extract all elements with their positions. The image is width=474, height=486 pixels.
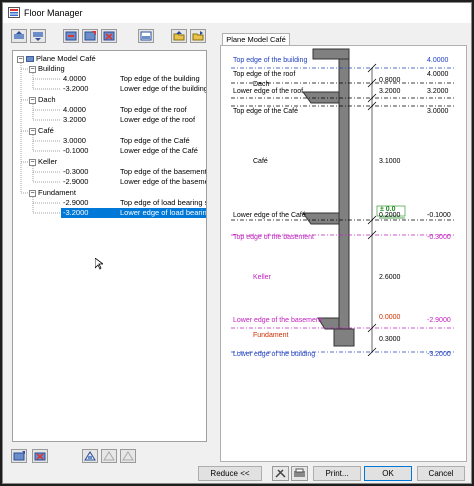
level-label: Lower edge of the building <box>233 351 316 358</box>
level-description: Top edge of the roof <box>120 105 187 114</box>
add-floor-button[interactable] <box>63 29 79 43</box>
floor-name: Keller <box>253 274 271 281</box>
floor-tree[interactable]: − Plane Model Café − Building 4.0000 Top ed… <box>12 50 207 442</box>
foundation-block <box>333 328 355 347</box>
tree-row[interactable]: -0.3000 Top edge of the basement <box>61 167 207 177</box>
thickness-value: 0.8000 <box>379 77 401 84</box>
delete-level-icon <box>103 31 115 41</box>
floor-name: Café <box>253 158 268 165</box>
tree-row[interactable]: 4.0000 Top edge of the building <box>61 74 206 84</box>
level-value: -0.3000 <box>427 234 451 241</box>
floor-up-button[interactable] <box>11 29 27 43</box>
delete-floor-button[interactable] <box>32 449 48 463</box>
level-label: Lower edge of the roof <box>233 88 304 95</box>
level-description: Top edge of load bearing slab <box>120 198 206 207</box>
cancel-button[interactable]: Cancel <box>417 466 465 481</box>
level-value: 0.2000 <box>379 212 401 219</box>
level-a-button[interactable] <box>82 449 98 463</box>
import-icon <box>173 31 185 41</box>
tree-row[interactable]: 3.0000 Top edge of the Café <box>61 136 206 146</box>
level-c-button[interactable] <box>120 449 136 463</box>
level-label: Lower edge of the Café <box>233 212 306 219</box>
zero-mark-label: ± 0.0 <box>380 206 396 213</box>
floor-down-icon <box>33 32 43 41</box>
new-floor-button[interactable] <box>11 449 27 463</box>
level-label: Top edge of the roof <box>233 71 296 78</box>
level-diagram-panel: Top edge of the building 4.0000 Top edge… <box>220 45 467 462</box>
tree-row[interactable]: 3.2000 Lower edge of the roof <box>61 115 206 125</box>
floor-up-icon <box>14 31 24 39</box>
level-b-button[interactable] <box>101 449 117 463</box>
mouse-cursor-icon <box>95 258 103 270</box>
level-description: Top edge of the basement <box>120 167 207 176</box>
level-description: Lower edge of the Café <box>120 146 198 155</box>
level-description: Top edge of the building <box>120 74 200 83</box>
level-value: 4.0000 <box>427 57 449 64</box>
wall-column <box>338 58 350 342</box>
roof-slab <box>312 48 350 60</box>
tree-row[interactable]: -2.9000Top edge of load bearing slab <box>61 198 206 208</box>
print-preview-button[interactable] <box>291 466 308 481</box>
floor-manager-window: Floor Manager − Plane Model Café − Buildin… <box>2 2 472 484</box>
level-value: -2.9000 <box>427 317 451 324</box>
print-button[interactable]: Print... <box>313 466 361 481</box>
roof-lower-slab <box>302 91 340 104</box>
thickness-value: 2.6000 <box>379 274 401 281</box>
level-description: Lower edge of load bearing slab <box>120 208 207 217</box>
level-label: Top edge of the Café <box>233 108 298 115</box>
tree-row[interactable]: -3.2000 Lower edge of the building <box>61 84 207 94</box>
level-b-icon <box>103 451 115 461</box>
add-floor-icon <box>65 31 77 41</box>
level-description: Lower edge of the building <box>120 84 207 93</box>
tree-lines <box>20 63 61 214</box>
floor-down-button[interactable] <box>30 29 46 43</box>
floor-name: Dach <box>253 81 270 88</box>
floor-manager-app-icon <box>8 7 20 18</box>
delete-level-button[interactable] <box>101 29 117 43</box>
tree-row-selected[interactable]: -3.2000Lower edge of load bearing slab <box>61 208 207 218</box>
import-button[interactable] <box>171 29 187 43</box>
level-description: Top edge of the Café <box>120 136 190 145</box>
level-value: 3.0000 <box>427 108 449 115</box>
cafe-floor-slab <box>302 212 340 225</box>
floor-name: Fundament <box>253 332 289 339</box>
level-value: -3.2000 <box>427 351 451 358</box>
level-value: 3.2000 <box>427 88 449 95</box>
new-floor-icon <box>13 451 25 461</box>
level-label: Lower edge of the basement <box>233 317 322 324</box>
level-value: 4.0000 <box>427 71 449 78</box>
level-c-icon <box>122 451 134 461</box>
export-button[interactable] <box>190 29 206 43</box>
level-description: Lower edge of the basement <box>120 177 207 186</box>
window-title: Floor Manager <box>24 8 83 18</box>
level-a-icon <box>84 451 96 461</box>
thickness-value: 3.1000 <box>379 158 401 165</box>
reduce-button[interactable]: Reduce << <box>198 466 262 481</box>
level-settings-icon <box>140 31 152 41</box>
level-value: 0.0000 <box>379 314 401 321</box>
level-description: Lower edge of the roof <box>120 115 196 124</box>
add-level-icon <box>84 31 96 41</box>
print-preview-icon <box>294 468 305 477</box>
tools-icon <box>275 469 286 478</box>
level-settings-button[interactable] <box>138 29 154 43</box>
ok-button[interactable]: OK <box>364 466 412 481</box>
title-bar: Floor Manager <box>3 3 471 23</box>
add-level-button[interactable] <box>82 29 98 43</box>
level-value: -0.1000 <box>427 212 451 219</box>
delete-floor-icon <box>34 452 46 461</box>
tree-row[interactable]: -2.9000 Lower edge of the basement <box>61 177 207 187</box>
tree-row[interactable]: 4.0000 Top edge of the roof <box>61 105 206 115</box>
export-icon <box>192 31 204 41</box>
level-value: 0.3000 <box>379 336 401 343</box>
level-label: Top edge of the building <box>233 57 308 64</box>
level-value: 3.2000 <box>379 88 401 95</box>
tree-row[interactable]: -0.1000 Lower edge of the Café <box>61 146 206 156</box>
tools-button[interactable] <box>272 466 289 481</box>
level-label: Top edge of the basement <box>233 234 314 241</box>
